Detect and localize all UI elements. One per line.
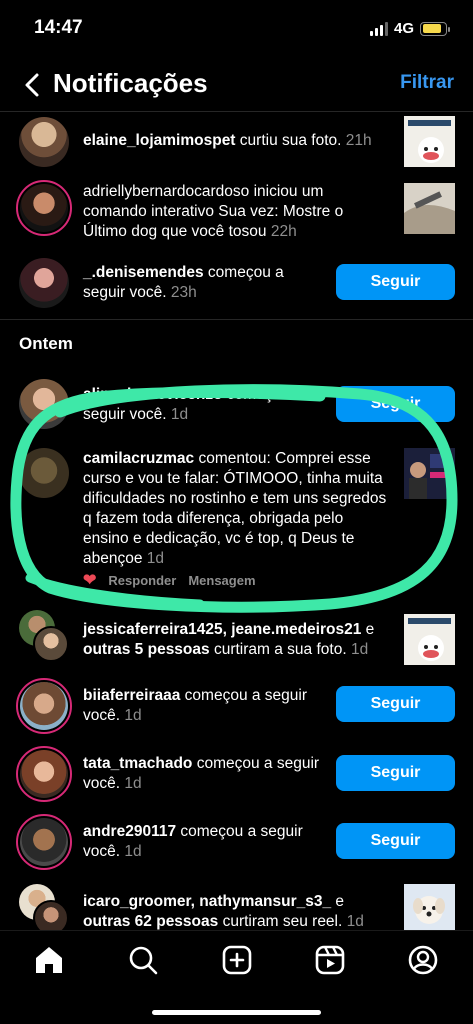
search-icon[interactable] [126, 943, 160, 977]
avatar[interactable] [33, 626, 69, 662]
create-icon[interactable] [220, 943, 254, 977]
avatar[interactable] [19, 117, 69, 167]
timestamp: 1d [124, 707, 142, 724]
notification-text: curtiu sua foto. [235, 132, 342, 149]
status-time: 14:47 [34, 17, 83, 38]
follow-button[interactable]: Seguir [336, 686, 455, 722]
timestamp: 1d [124, 843, 142, 860]
back-arrow-icon[interactable] [22, 70, 44, 100]
post-thumbnail[interactable] [404, 183, 455, 234]
page-title: Notificações [53, 68, 208, 98]
timestamp: 1d [350, 641, 369, 658]
others-link[interactable]: outras 62 pessoas [83, 913, 218, 930]
timestamp: 21h [345, 132, 372, 149]
filter-button[interactable]: Filtrar [400, 72, 454, 94]
notifications-list[interactable]: elaine_lojamimospet curtiu sua foto. 21h… [0, 112, 473, 930]
others-link[interactable]: outras 5 pessoas [83, 641, 210, 658]
signal-icon [369, 21, 388, 36]
avatar-with-story[interactable] [16, 180, 72, 236]
follow-button[interactable]: Seguir [336, 386, 455, 422]
timestamp: 22h [270, 223, 297, 240]
follow-button[interactable]: Seguir [336, 264, 455, 300]
heart-icon[interactable]: ❤ [83, 570, 96, 590]
avatar-with-story[interactable] [16, 814, 72, 870]
username[interactable]: tata_tmachado [83, 755, 192, 772]
username[interactable]: icaro_groomer, nathymansur_s3_ [83, 893, 331, 910]
username[interactable]: biiaferreiraaa [83, 687, 180, 704]
follow-button[interactable]: Seguir [336, 755, 455, 791]
comment-text: comentou: Comprei esse curso e vou te fa… [83, 450, 387, 567]
timestamp: 1d [146, 550, 165, 567]
message-button[interactable]: Mensagem [188, 573, 255, 588]
username[interactable]: _.denisemendes [83, 264, 204, 281]
timestamp: 1d [346, 913, 364, 930]
home-indicator [152, 1010, 321, 1015]
battery-icon [420, 21, 450, 36]
avatar[interactable] [33, 900, 69, 930]
section-divider [0, 319, 473, 320]
reels-icon[interactable] [313, 943, 347, 977]
avatar[interactable] [19, 448, 69, 498]
network-label: 4G [393, 20, 414, 37]
post-thumbnail[interactable] [404, 448, 455, 499]
avatar[interactable] [19, 258, 69, 308]
home-icon[interactable] [32, 943, 66, 977]
reel-thumbnail[interactable] [404, 884, 455, 930]
username[interactable]: aline_isaacvicenzo [83, 386, 223, 403]
avatar-with-story[interactable] [16, 678, 72, 734]
username[interactable]: camilacruzmac [83, 450, 194, 467]
username[interactable]: jessicaferreira1425, jeane.medeiros21 [83, 621, 361, 638]
notification-text: adriellybernardocardoso iniciou um coman… [83, 183, 344, 240]
username[interactable]: andre290117 [83, 823, 176, 840]
post-thumbnail[interactable] [404, 614, 455, 665]
status-bar: 14:47 4G [0, 0, 473, 56]
section-title: Ontem [19, 334, 73, 353]
notification-text: curtiram a sua foto. [209, 641, 347, 658]
header: Notificações Filtrar [0, 62, 473, 108]
avatar[interactable] [19, 379, 69, 429]
profile-icon[interactable] [406, 943, 440, 977]
timestamp: 23h [170, 284, 197, 301]
username[interactable]: elaine_lojamimospet [83, 132, 235, 149]
notification-text: curtiram seu reel. [218, 913, 343, 930]
timestamp: 1d [170, 406, 189, 423]
reply-button[interactable]: Responder [108, 573, 176, 588]
bottom-tab-bar [0, 930, 473, 1024]
timestamp: 1d [124, 775, 142, 792]
follow-button[interactable]: Seguir [336, 823, 455, 859]
post-thumbnail[interactable] [404, 116, 455, 167]
avatar-with-story[interactable] [16, 746, 72, 802]
